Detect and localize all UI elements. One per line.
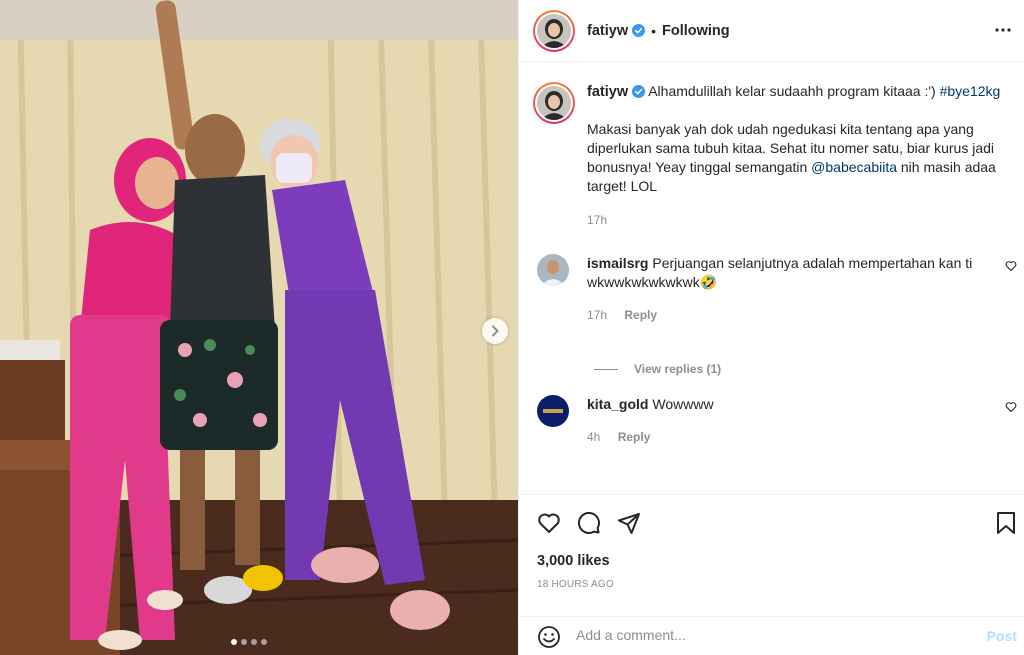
comment-text: Wowwww bbox=[652, 396, 714, 412]
comments-scroll-area[interactable]: fatiyw Alhamdulillah kelar sudaahh progr… bbox=[519, 62, 1024, 494]
author-username[interactable]: fatiyw bbox=[587, 23, 628, 39]
comment-like-heart-icon[interactable] bbox=[1005, 260, 1017, 272]
emoji-icon[interactable] bbox=[537, 625, 561, 649]
post-header: fatiyw • Following bbox=[519, 0, 1024, 62]
bookmark-icon[interactable] bbox=[995, 511, 1017, 535]
comment-username[interactable]: kita_gold bbox=[587, 396, 648, 412]
comment-item: kita_gold Wowwww 4h Reply bbox=[537, 395, 1021, 447]
carousel-dot bbox=[241, 639, 247, 645]
view-replies-label: View replies (1) bbox=[634, 362, 722, 376]
post-media[interactable] bbox=[0, 0, 518, 655]
carousel-indicator bbox=[231, 639, 267, 645]
carousel-dot bbox=[251, 639, 257, 645]
add-comment-bar: Post bbox=[519, 616, 1024, 655]
avatar-image bbox=[537, 13, 571, 48]
post-caption: fatiyw Alhamdulillah kelar sudaahh progr… bbox=[533, 82, 1013, 230]
post-comment-button[interactable]: Post bbox=[987, 628, 1017, 644]
verified-badge-icon bbox=[632, 24, 646, 37]
more-options-icon[interactable] bbox=[994, 21, 1012, 39]
header-separator: • bbox=[651, 22, 656, 39]
post-side-panel: fatiyw • Following fatiyw Alhamdulillah … bbox=[518, 0, 1024, 655]
reply-button[interactable]: Reply bbox=[618, 430, 651, 444]
caption-time: 17h bbox=[587, 211, 1013, 230]
reply-button[interactable]: Reply bbox=[624, 308, 657, 322]
replies-divider bbox=[594, 368, 618, 370]
avatar-image bbox=[537, 86, 571, 120]
next-slide-button[interactable] bbox=[482, 318, 508, 344]
mention-link[interactable]: @babecabiita bbox=[811, 159, 897, 175]
caption-username[interactable]: fatiyw bbox=[587, 84, 628, 100]
instagram-post: fatiyw • Following fatiyw Alhamdulillah … bbox=[0, 0, 1024, 655]
caption-text: fatiyw Alhamdulillah kelar sudaahh progr… bbox=[587, 82, 1013, 230]
heart-icon[interactable] bbox=[537, 511, 561, 535]
view-replies-button[interactable]: View replies (1) bbox=[594, 362, 721, 376]
caption-line1: Alhamdulillah kelar sudaahh program kita… bbox=[648, 83, 936, 99]
chevron-right-icon bbox=[492, 325, 499, 337]
verified-badge-icon bbox=[632, 85, 646, 98]
comment-timestamp: 4h bbox=[587, 430, 601, 444]
commenter-avatar[interactable] bbox=[537, 254, 569, 286]
comment-item: ismailsrg Perjuangan selanjutnya adalah … bbox=[537, 254, 1021, 325]
hashtag-link[interactable]: #bye12kg bbox=[940, 83, 1001, 99]
post-photo bbox=[0, 0, 518, 655]
following-button[interactable]: Following bbox=[662, 23, 730, 39]
comment-like-heart-icon[interactable] bbox=[1005, 401, 1017, 413]
comment-meta: 17h Reply bbox=[587, 306, 987, 325]
caption-paragraph: Makasi banyak yah dok udah ngedukasi kit… bbox=[587, 120, 1013, 196]
carousel-dot bbox=[231, 639, 237, 645]
caption-author-avatar[interactable] bbox=[533, 82, 575, 124]
caption-timestamp: 17h bbox=[587, 213, 608, 227]
comment-input[interactable] bbox=[576, 627, 956, 643]
comment-timestamp: 17h bbox=[587, 308, 608, 322]
carousel-dot bbox=[261, 639, 267, 645]
comment-icon[interactable] bbox=[577, 511, 601, 535]
post-timestamp: 18 HOURS AGO bbox=[537, 579, 614, 590]
post-actions: 3,000 likes 18 HOURS AGO Post bbox=[519, 494, 1024, 654]
comment-username[interactable]: ismailsrg bbox=[587, 255, 648, 271]
share-icon[interactable] bbox=[617, 511, 641, 535]
commenter-avatar[interactable] bbox=[537, 395, 569, 427]
comment-meta: 4h Reply bbox=[587, 428, 987, 447]
likes-count[interactable]: 3,000 likes bbox=[537, 553, 610, 569]
author-avatar[interactable] bbox=[533, 9, 575, 52]
